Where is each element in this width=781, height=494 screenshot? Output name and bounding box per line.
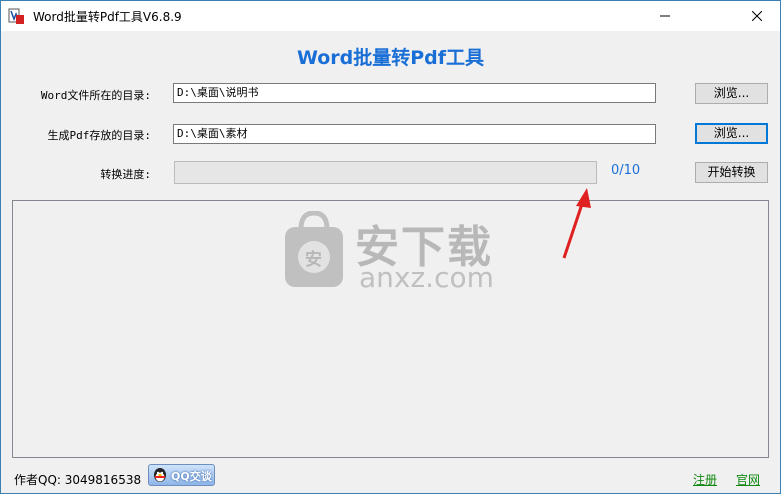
- qq-chat-label: QQ交谈: [171, 470, 212, 483]
- author-qq: 作者QQ: 3049816538: [14, 473, 142, 487]
- progress-count: 0/10: [611, 163, 641, 178]
- source-dir-label: Word文件所在的目录:: [40, 89, 151, 102]
- register-link[interactable]: 注册: [693, 471, 717, 488]
- browse-source-button[interactable]: 浏览...: [695, 83, 768, 104]
- minimize-button[interactable]: [642, 1, 688, 31]
- watermark-sub: anxz.com: [359, 261, 494, 294]
- arrow-annotation: [562, 188, 591, 259]
- app-icon: [8, 8, 24, 24]
- title-bar[interactable]: Word批量转Pdf工具V6.8.9: [1, 1, 780, 31]
- page-title: Word批量转Pdf工具: [296, 47, 485, 69]
- website-link[interactable]: 官网: [736, 471, 760, 488]
- close-button[interactable]: [734, 1, 780, 31]
- watermark: 安 安下载 anxz.com: [283, 207, 513, 297]
- output-dir-input[interactable]: D:\桌面\素材: [173, 124, 656, 144]
- source-dir-input[interactable]: D:\桌面\说明书: [173, 83, 656, 103]
- qq-icon: [154, 468, 166, 482]
- close-icon: [752, 11, 762, 21]
- progress-label: 转换进度:: [100, 168, 151, 181]
- window-title: Word批量转Pdf工具V6.8.9: [33, 10, 182, 24]
- browse-output-button[interactable]: 浏览...: [695, 123, 768, 144]
- qq-chat-button[interactable]: QQ交谈: [148, 464, 215, 486]
- progress-bar: [174, 161, 597, 184]
- minimize-icon: [660, 15, 670, 17]
- watermark-badge: 安: [305, 250, 322, 270]
- main-window: Word批量转Pdf工具V6.8.9 Word批量转Pdf工具 Word文件所在…: [0, 0, 781, 494]
- start-convert-button[interactable]: 开始转换: [695, 162, 768, 183]
- output-dir-label: 生成Pdf存放的目录:: [47, 129, 152, 142]
